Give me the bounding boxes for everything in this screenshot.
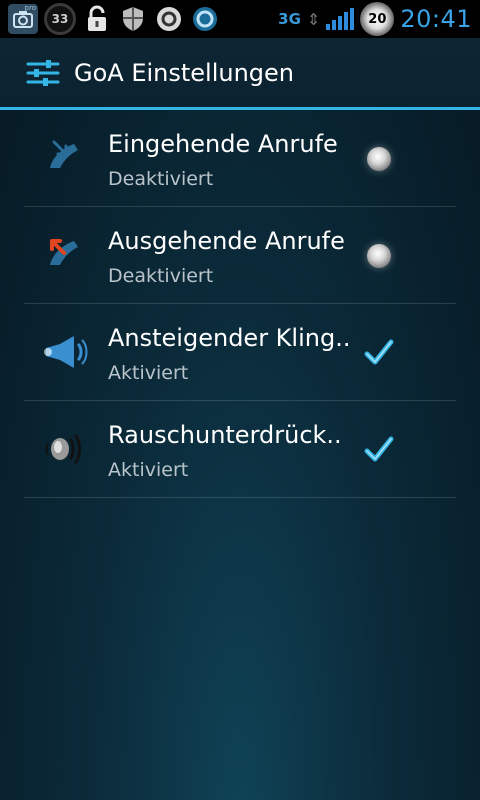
noise-suppression-icon xyxy=(40,429,88,469)
checkbox-checked[interactable] xyxy=(364,435,394,465)
notification-count: 33 xyxy=(51,12,69,26)
setting-title: Ausgehende Anrufe xyxy=(108,227,345,255)
notification-count-icon: 33 xyxy=(44,3,76,35)
toggle-off[interactable] xyxy=(364,241,394,271)
list-item-outgoing-calls[interactable]: Ausgehende Anrufe Deaktiviert xyxy=(24,207,456,304)
setting-status: Deaktiviert xyxy=(108,168,214,190)
setting-status: Aktiviert xyxy=(108,459,189,481)
checkbox-checked[interactable] xyxy=(364,338,394,368)
signal-icon xyxy=(326,8,355,30)
setting-title: Rauschunterdrück.. xyxy=(108,421,342,449)
settings-sliders-icon[interactable] xyxy=(26,56,60,90)
shield-icon xyxy=(118,4,148,34)
sync-icon xyxy=(190,4,220,34)
setting-title: Ansteigender Kling.. xyxy=(108,324,351,352)
checkmark-icon xyxy=(364,436,394,462)
status-bar-notifications: pro 33 xyxy=(0,3,220,35)
data-arrows-icon: ⇕ xyxy=(306,9,321,29)
camera-app-icon: pro xyxy=(8,4,38,34)
network-3g-icon: 3G xyxy=(278,10,301,28)
circle-app-icon xyxy=(154,4,184,34)
status-bar-system: 3G ⇕ 20 20:41 xyxy=(278,2,480,36)
checkmark-icon xyxy=(364,339,394,365)
list-item-incoming-calls[interactable]: Eingehende Anrufe Deaktiviert xyxy=(24,110,456,207)
list-item-noise-suppression[interactable]: Rauschunterdrück.. Aktiviert xyxy=(24,401,456,498)
setting-status: Deaktiviert xyxy=(108,265,214,287)
setting-title: Eingehende Anrufe xyxy=(108,130,338,158)
lock-icon xyxy=(82,4,112,34)
radio-off-icon xyxy=(367,244,391,268)
megaphone-icon xyxy=(40,332,88,372)
toggle-off[interactable] xyxy=(364,144,394,174)
settings-list: Eingehende Anrufe Deaktiviert Ausgehende… xyxy=(24,110,456,498)
battery-clock-icon: 20 xyxy=(360,2,395,36)
page-title: GoA Einstellungen xyxy=(74,58,295,87)
setting-status: Aktiviert xyxy=(108,362,189,384)
battery-level: 20 xyxy=(368,11,387,27)
action-bar: GoA Einstellungen xyxy=(0,38,480,107)
status-time: 20:41 xyxy=(400,5,472,33)
outgoing-call-icon xyxy=(40,235,88,275)
list-item-rising-ring[interactable]: Ansteigender Kling.. Aktiviert xyxy=(24,304,456,401)
camera-pro-label: pro xyxy=(24,4,36,12)
incoming-call-icon xyxy=(40,138,88,178)
radio-off-icon xyxy=(367,147,391,171)
status-bar: pro 33 3G ⇕ 20 20:41 xyxy=(0,0,480,38)
